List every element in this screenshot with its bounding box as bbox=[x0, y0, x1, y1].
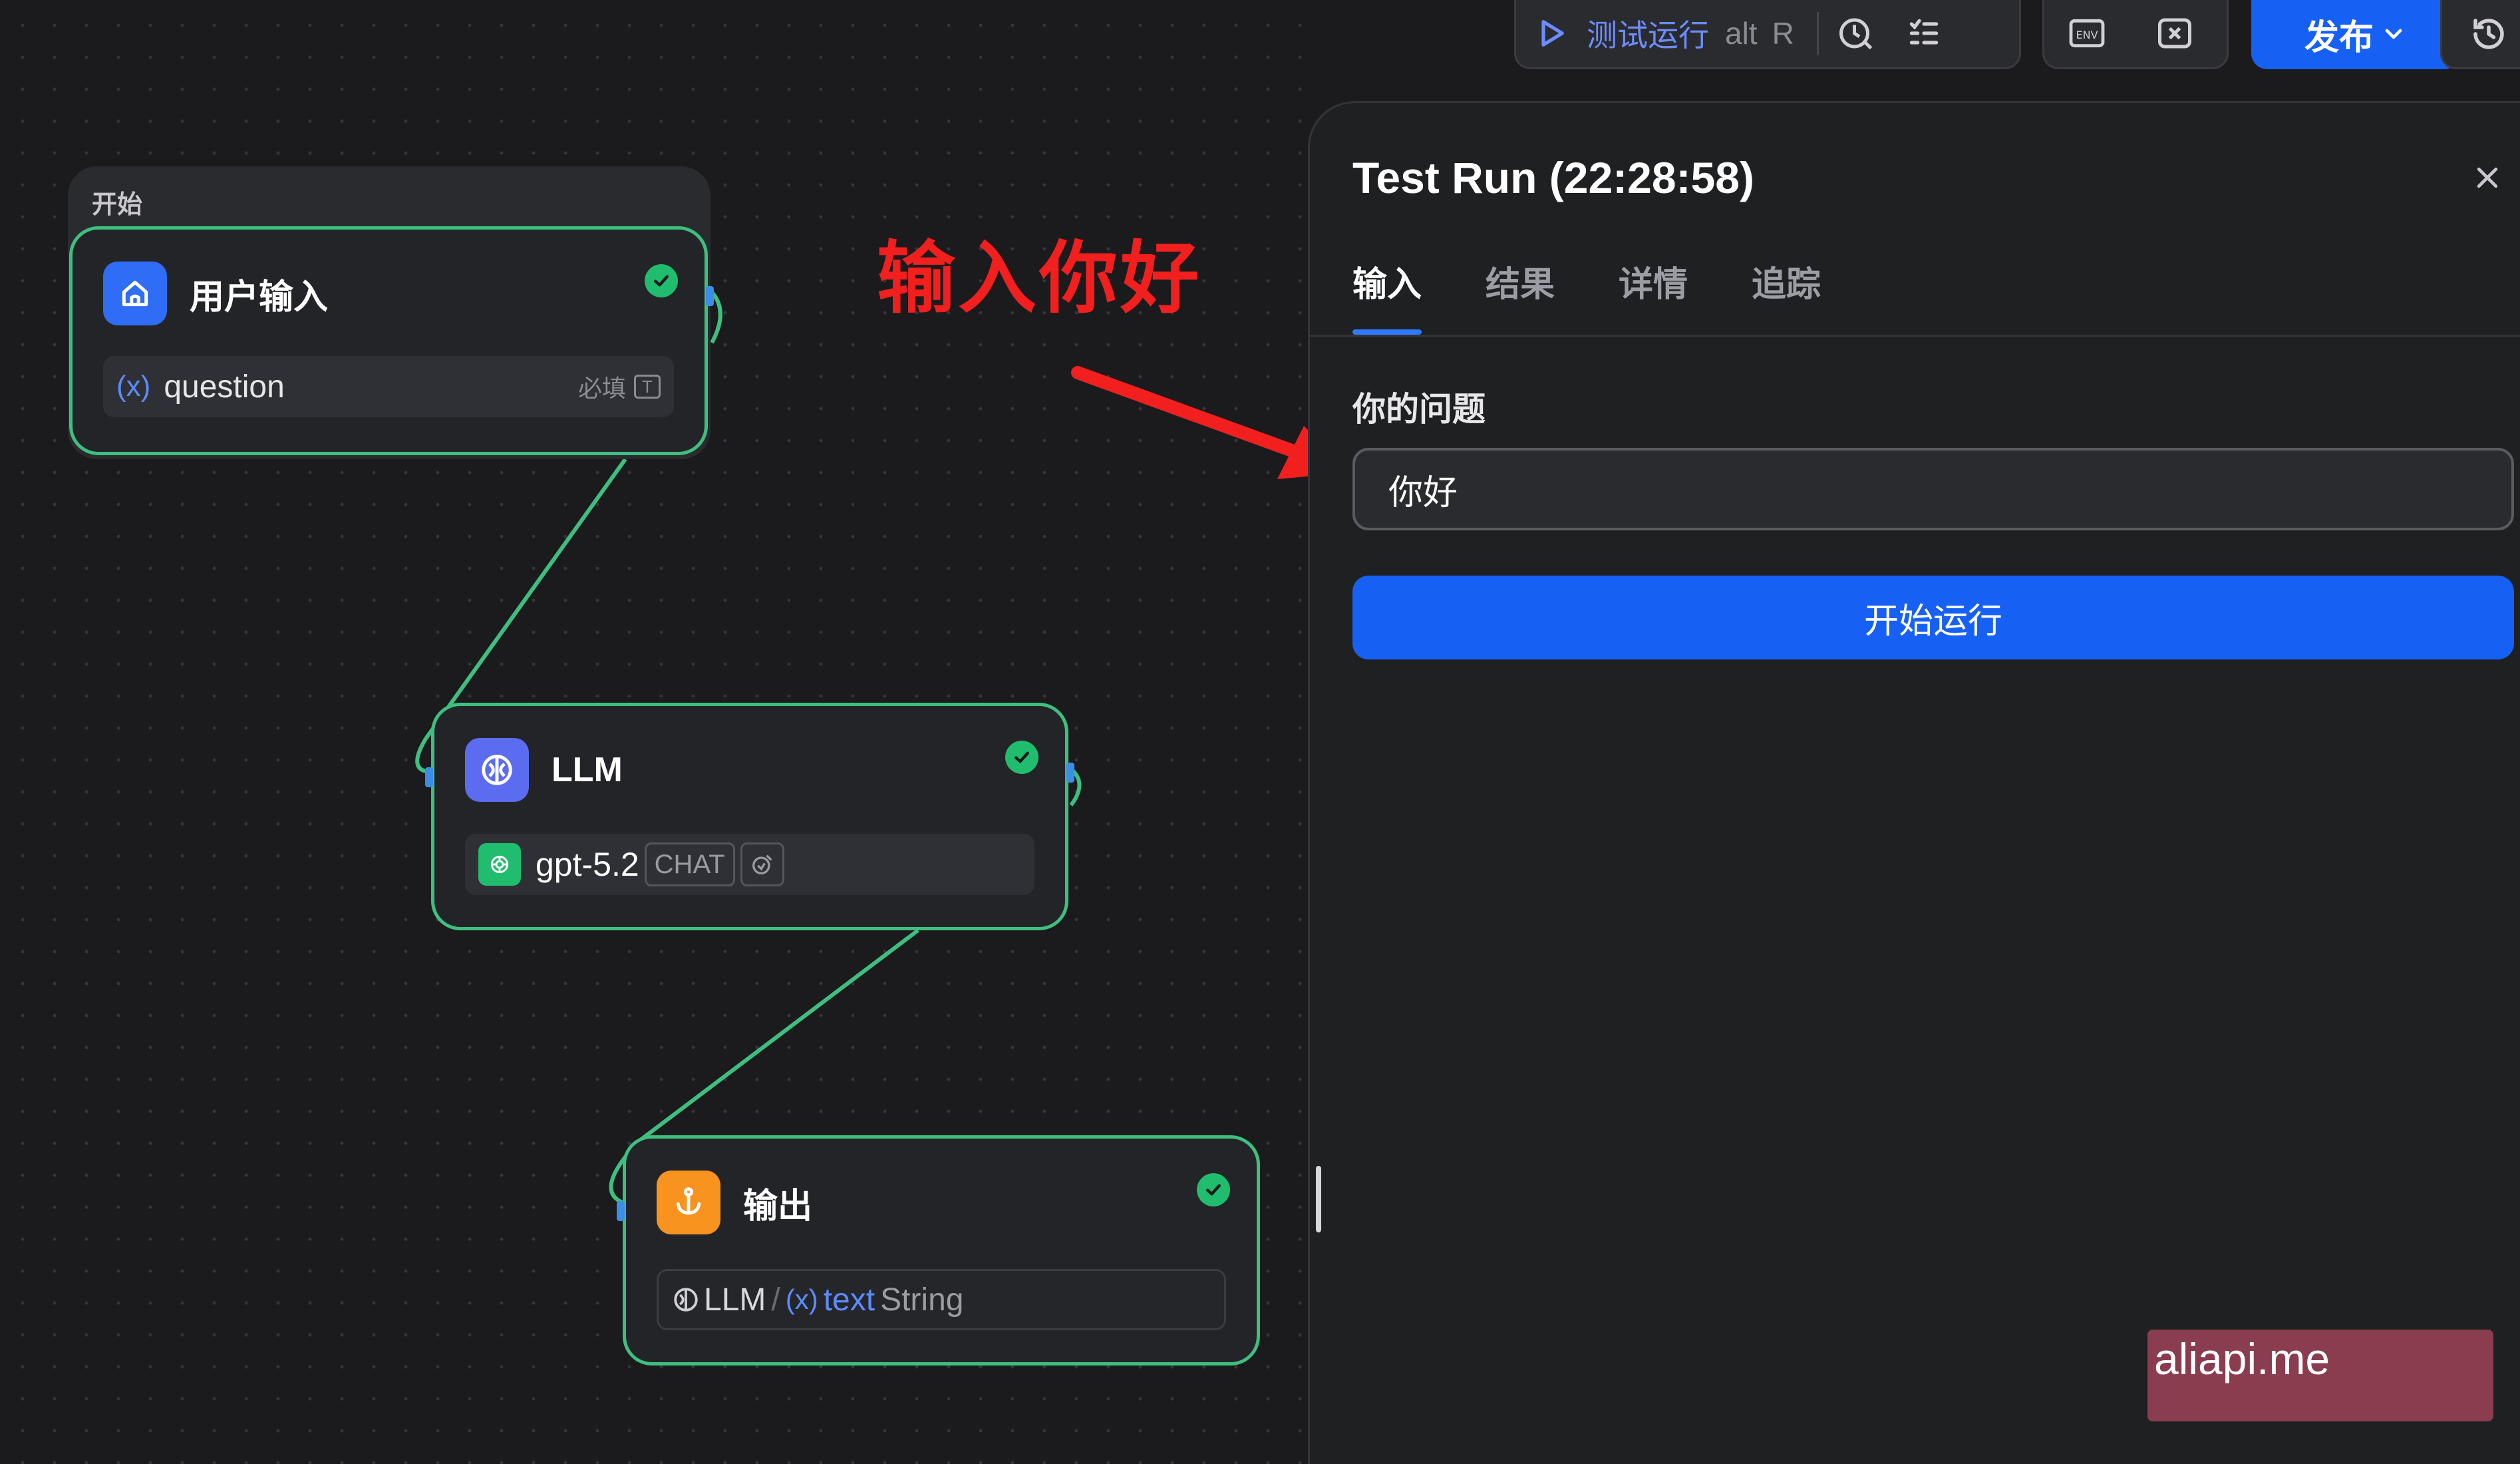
llm-node-title: LLM bbox=[551, 751, 623, 789]
success-check-icon bbox=[1197, 1173, 1230, 1206]
annotation-text: 输入你好 bbox=[877, 235, 1202, 323]
output-handle[interactable] bbox=[1066, 763, 1074, 783]
model-selector[interactable]: gpt-5.2 CHAT bbox=[465, 834, 1034, 895]
ref-separator: / bbox=[771, 1282, 780, 1318]
version-history-button[interactable] bbox=[2440, 0, 2520, 69]
input-handle[interactable] bbox=[617, 1201, 625, 1221]
checklist-icon[interactable] bbox=[1900, 9, 1948, 57]
variable-icon: (x) bbox=[116, 370, 151, 403]
text-type-icon: T bbox=[634, 375, 661, 399]
output-node[interactable]: 输出 LLM / (x) text String bbox=[617, 1135, 1260, 1366]
user-input-node[interactable]: 用户输入 (x) question 必填 T bbox=[69, 226, 714, 455]
svg-text:ENV: ENV bbox=[2076, 29, 2098, 41]
output-handle[interactable] bbox=[706, 286, 714, 306]
variables-icon[interactable] bbox=[2151, 9, 2199, 57]
test-run-panel: Test Run (22:28:58) 输入 结果 详情 追踪 你的问题 开始运… bbox=[1308, 101, 2520, 1464]
panel-resize-handle[interactable] bbox=[1316, 1166, 1321, 1232]
publish-button-label: 发布 bbox=[2304, 18, 2374, 57]
workflow-canvas[interactable]: 开始 用户输入 (x) question 必填 T LLM gpt-5.2 CH… bbox=[0, 0, 1311, 1464]
workflow-editor: 开始 用户输入 (x) question 必填 T LLM gpt-5.2 CH… bbox=[0, 0, 2520, 1464]
user-input-node-header: 用户输入 bbox=[103, 262, 678, 325]
shortcut-key: R bbox=[1772, 16, 1794, 51]
env-vars-toolbar: ENV bbox=[2042, 0, 2229, 69]
env-icon[interactable]: ENV bbox=[2063, 9, 2111, 57]
question-variable-field[interactable]: (x) question 必填 T bbox=[103, 356, 674, 417]
llm-brain-icon bbox=[465, 738, 529, 802]
variable-icon: (x) bbox=[785, 1284, 818, 1315]
run-history-icon[interactable] bbox=[1832, 9, 1880, 57]
home-icon bbox=[103, 262, 167, 325]
llm-ref-icon bbox=[674, 1288, 698, 1312]
output-node-title: 输出 bbox=[743, 1187, 813, 1226]
tab-result[interactable]: 结果 bbox=[1486, 255, 1555, 335]
test-run-button[interactable]: 测试运行 bbox=[1587, 11, 1709, 55]
required-label: 必填 bbox=[577, 375, 626, 402]
shortcut-alt: alt bbox=[1725, 16, 1758, 51]
play-icon[interactable] bbox=[1535, 16, 1569, 51]
tab-input[interactable]: 输入 bbox=[1352, 255, 1422, 335]
start-group-label: 开始 bbox=[92, 191, 143, 219]
llm-node-header: LLM bbox=[465, 738, 1038, 802]
user-input-node-title: 用户输入 bbox=[190, 277, 329, 317]
panel-tabs: 输入 结果 详情 追踪 bbox=[1352, 255, 1885, 335]
ref-variable-name: text bbox=[823, 1282, 875, 1318]
tab-trace[interactable]: 追踪 bbox=[1752, 255, 1821, 335]
model-settings-icon[interactable] bbox=[740, 842, 784, 886]
input-handle[interactable] bbox=[425, 767, 433, 787]
close-icon[interactable] bbox=[2467, 158, 2507, 198]
publish-button[interactable]: 发布 bbox=[2251, 0, 2460, 69]
chat-mode-tag: CHAT bbox=[644, 842, 735, 886]
question-variable-name: question bbox=[164, 369, 285, 405]
tab-details[interactable]: 详情 bbox=[1619, 255, 1688, 335]
tab-divider bbox=[1310, 335, 2520, 337]
panel-title: Test Run (22:28:58) bbox=[1352, 153, 1754, 202]
ref-node-name: LLM bbox=[704, 1282, 766, 1318]
test-run-toolbar: 测试运行 alt R bbox=[1514, 0, 2021, 69]
llm-node[interactable]: LLM gpt-5.2 CHAT bbox=[425, 703, 1074, 930]
output-variable-ref[interactable]: LLM / (x) text String bbox=[657, 1269, 1226, 1330]
history-icon bbox=[2473, 19, 2504, 49]
watermark: aliapi.me bbox=[2147, 1330, 2493, 1421]
success-check-icon bbox=[645, 264, 678, 297]
output-node-header: 输出 bbox=[657, 1171, 1230, 1234]
ref-variable-type: String bbox=[880, 1282, 964, 1318]
start-run-button[interactable]: 开始运行 bbox=[1352, 576, 2514, 659]
openai-logo-icon bbox=[478, 843, 521, 886]
success-check-icon bbox=[1005, 741, 1038, 774]
question-input[interactable] bbox=[1352, 448, 2514, 530]
output-anchor-icon bbox=[657, 1171, 720, 1234]
question-field-label: 你的问题 bbox=[1352, 391, 1486, 428]
model-name: gpt-5.2 bbox=[536, 846, 639, 883]
toolbar-divider bbox=[1816, 12, 1819, 55]
chevron-down-icon bbox=[2385, 29, 2402, 39]
